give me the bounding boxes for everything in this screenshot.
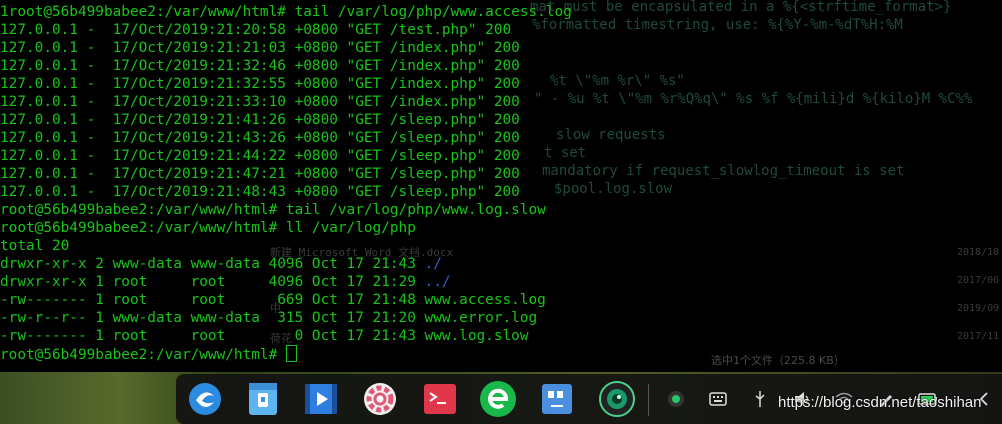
terminal-line: 127.0.0.1 - 17/Oct/2019:21:32:46 +0800 "… (0, 58, 520, 74)
listing-row: -rw-r--r-- 1 www-data www-data 315 Oct 1… (0, 309, 537, 327)
terminal-line: 127.0.0.1 - 17/Oct/2019:21:48:43 +0800 "… (0, 184, 520, 200)
terminal-line: root@56b499babee2:/var/www/html# tail /v… (0, 202, 546, 218)
listing-name-dir: ./ (424, 256, 442, 272)
screen-recorder-icon[interactable] (598, 380, 636, 418)
usb-icon[interactable] (750, 389, 770, 409)
terminal-line: 127.0.0.1 - 17/Oct/2019:21:47:21 +0800 "… (0, 166, 520, 182)
prompt-line[interactable]: root@56b499babee2:/var/www/html# (0, 345, 297, 363)
tray-separator (648, 384, 649, 416)
listing-meta: -rw------- 1 root root 0 Oct 17 21:43 (0, 328, 425, 344)
terminal-line: 127.0.0.1 - 17/Oct/2019:21:20:58 +0800 "… (0, 22, 512, 38)
terminal-line: 127.0.0.1 - 17/Oct/2019:21:33:10 +0800 "… (0, 94, 520, 110)
terminal-line: 127.0.0.1 - 17/Oct/2019:21:43:26 +0800 "… (0, 130, 520, 146)
quote-notes-icon[interactable] (538, 380, 576, 418)
browser-e-icon[interactable] (479, 380, 517, 418)
text-cursor (285, 345, 297, 362)
recording-dot-icon[interactable] (666, 389, 686, 409)
listing-meta: -rw-r--r-- 1 www-data www-data 315 Oct 1… (0, 310, 425, 326)
settings-gear-icon[interactable] (361, 380, 399, 418)
listing-name-file: www.log.slow (424, 328, 529, 344)
shell-prompt: root@56b499babee2:/var/www/html# (0, 347, 286, 363)
listing-meta: drwxr-xr-x 1 root root 4096 Oct 17 21:29 (0, 274, 425, 290)
listing-name-file: www.access.log (424, 292, 546, 308)
terminal-window[interactable]: 1root@56b499babee2:/var/www/html# tail /… (0, 0, 1002, 372)
terminal-line: total 20 (0, 238, 70, 254)
listing-row: -rw------- 1 root root 0 Oct 17 21:43 ww… (0, 327, 529, 345)
listing-meta: -rw------- 1 root root 669 Oct 17 21:48 (0, 292, 425, 308)
watermark-text: https://blog.csdn.net/taoshihan (778, 394, 982, 411)
listing-name-parent: ../ (424, 274, 451, 290)
listing-row: drwxr-xr-x 2 www-data www-data 4096 Oct … (0, 255, 442, 273)
listing-row: -rw------- 1 root root 669 Oct 17 21:48 … (0, 291, 546, 309)
terminal-line: 127.0.0.1 - 17/Oct/2019:21:41:26 +0800 "… (0, 112, 520, 128)
listing-row: drwxr-xr-x 1 root root 4096 Oct 17 21:29… (0, 273, 451, 291)
terminal-icon[interactable] (421, 380, 459, 418)
terminal-line: 127.0.0.1 - 17/Oct/2019:21:32:55 +0800 "… (0, 76, 520, 92)
listing-meta: drwxr-xr-x 2 www-data www-data 4096 Oct … (0, 256, 425, 272)
keyboard-icon[interactable] (708, 389, 728, 409)
video-player-icon[interactable] (302, 380, 340, 418)
archive-manager-icon[interactable] (244, 380, 282, 418)
listing-name-file: www.error.log (424, 310, 538, 326)
terminal-line: 127.0.0.1 - 17/Oct/2019:21:44:22 +0800 "… (0, 148, 520, 164)
terminal-line: 1root@56b499babee2:/var/www/html# tail /… (0, 4, 572, 20)
terminal-line: root@56b499babee2:/var/www/html# ll /var… (0, 220, 416, 236)
deepin-launcher-icon[interactable] (186, 380, 224, 418)
terminal-line: 127.0.0.1 - 17/Oct/2019:21:21:03 +0800 "… (0, 40, 520, 56)
